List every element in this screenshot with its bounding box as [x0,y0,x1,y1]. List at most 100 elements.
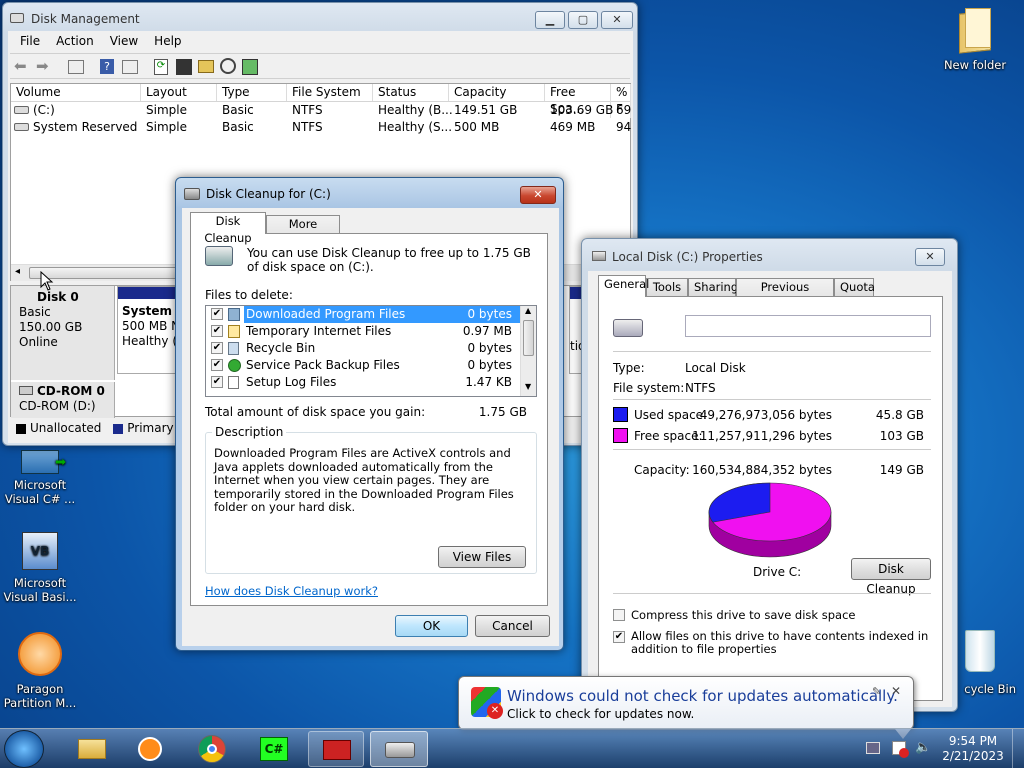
file-size: 0 bytes [467,358,512,372]
list-item[interactable]: ✔ Temporary Internet Files 0.97 MB [206,323,520,340]
menu-file[interactable]: File [12,31,48,51]
menu-view[interactable]: View [102,31,146,51]
maximize-button[interactable]: ▢ [568,11,598,29]
refresh-icon[interactable]: ⟳ [154,59,168,75]
help-link[interactable]: How does Disk Cleanup work? [205,584,378,598]
cdrom-label[interactable]: CD-ROM 0 CD-ROM (D:) [11,382,115,418]
scroll-left-icon[interactable]: ◂ [15,266,20,277]
cell-type: Basic [222,120,254,134]
list-item[interactable]: ✔ Downloaded Program Files 0 bytes [206,306,520,323]
tab-disk-cleanup[interactable]: Disk Cleanup [190,212,266,245]
table-row[interactable]: System Reserved Simple Basic NTFS Health… [11,119,631,136]
cell-status: Healthy (B... [378,103,453,117]
forward-arrow-icon[interactable]: ➡ [36,57,49,75]
files-list[interactable]: ✔ Downloaded Program Files 0 bytes ✔ Tem… [205,305,537,397]
properties-icon[interactable] [122,60,138,74]
open-folder-icon[interactable] [198,60,214,73]
file-size: 0 bytes [467,341,512,355]
taskbar-explorer[interactable] [64,731,120,767]
file-size: 0 bytes [467,307,512,321]
legend-unallocated-swatch [16,423,26,434]
checkbox[interactable]: ✔ [211,359,223,371]
checkbox[interactable]: ✔ [211,308,223,320]
visual-csharp-desktop-icon[interactable]: ➡ Microsoft Visual C# ... [0,450,80,506]
type-label: Type: [613,361,645,375]
files-to-delete-label: Files to delete: [205,288,293,302]
list-item[interactable]: ✔ Recycle Bin 0 bytes [206,340,520,357]
legend-primary-swatch [113,423,124,434]
col-capacity[interactable]: Capacity [449,84,545,101]
cancel-button[interactable]: Cancel [475,615,550,637]
disk-cleanup-title-icon [184,188,200,200]
scroll-down-icon[interactable]: ▼ [525,382,531,391]
tab-tools[interactable]: Tools [646,278,688,296]
menu-help[interactable]: Help [146,31,189,51]
close-button[interactable]: ✕ [601,11,633,29]
list-scrollbar[interactable]: ▲ ▼ [520,306,536,396]
balloon-close-icon[interactable]: ✕ [891,684,901,698]
volume-icon[interactable]: 🔈 [915,740,931,755]
file-name: Downloaded Program Files [246,307,406,321]
local-disk-title-icon [592,251,606,261]
minimize-button[interactable]: ▁ [535,11,565,29]
dialog-title: Local Disk (C:) Properties [612,250,763,264]
checkbox[interactable]: ✔ [211,342,223,354]
menu-action[interactable]: Action [48,31,102,51]
list-item[interactable]: ✔ Setup Log Files 1.47 KB [206,374,520,391]
paragon-desktop-icon[interactable]: Paragon Partition M... [0,632,80,710]
compress-checkbox[interactable] [613,609,625,621]
col-type[interactable]: Type [217,84,287,101]
search-icon[interactable] [220,58,236,74]
cell-capacity: 500 MB [454,120,500,134]
index-checkbox[interactable]: ✔ [613,631,625,643]
tab-general[interactable]: General [598,275,649,297]
close-button[interactable]: ✕ [520,186,556,204]
console-tree-icon[interactable] [68,60,84,74]
ok-button[interactable]: OK [395,615,468,637]
checkbox[interactable]: ✔ [211,325,223,337]
help-icon[interactable]: ? [100,59,114,74]
disk0-size: 150.00 GB [19,320,83,334]
list-item[interactable]: ✔ Service Pack Backup Files 0 bytes [206,357,520,374]
col-status[interactable]: Status [373,84,449,101]
taskbar-visual-csharp[interactable]: C# [246,731,302,767]
scroll-up-icon[interactable]: ▲ [525,306,531,315]
taskbar-chrome[interactable] [184,731,240,767]
visual-basic-desktop-icon[interactable]: VB Microsoft Visual Basi... [0,532,80,604]
drive-label-input[interactable] [685,315,931,337]
error-icon: ✕ [487,703,503,719]
tab-sharing[interactable]: Sharing [688,278,738,296]
taskbar-disk-cleanup[interactable] [370,731,428,767]
table-row[interactable]: (C:) Simple Basic NTFS Healthy (B... 149… [11,102,631,119]
tab-quota[interactable]: Quota [834,278,875,296]
options-icon[interactable]: ✎ [872,685,881,698]
col-volume[interactable]: Volume [11,84,141,101]
settings-icon[interactable] [242,59,258,75]
update-notification-balloon[interactable]: ✕ Windows could not check for updates au… [458,676,914,739]
close-button[interactable]: ✕ [915,248,945,266]
taskbar-media-player[interactable] [122,731,178,767]
col-layout[interactable]: Layout [141,84,217,101]
taskbar-toolbox[interactable] [308,731,364,767]
view-files-button[interactable]: View Files [438,546,526,568]
scroll-thumb[interactable] [523,320,534,356]
file-name: Temporary Internet Files [246,324,392,338]
compress-label[interactable]: Compress this drive to save disk space [631,608,855,622]
clock[interactable]: 9:54 PM 2/21/2023 [940,734,1006,764]
show-desktop-button[interactable] [1012,729,1024,768]
new-folder-desktop-icon[interactable]: New folder [935,6,1015,72]
back-arrow-icon[interactable]: ⬅ [14,57,27,75]
disk0-label[interactable]: Disk 0 Basic 150.00 GB Online [11,286,115,380]
recycle-bin-icon [965,630,995,672]
disk-cleanup-dialog: Disk Cleanup for (C:) ✕ Disk Cleanup Mor… [175,177,564,651]
index-label[interactable]: Allow files on this drive to have conten… [631,630,931,656]
checkbox[interactable]: ✔ [211,376,223,388]
disk-action-icon[interactable] [176,59,192,75]
visual-csharp-icon: ➡ [21,450,66,474]
disk-cleanup-button[interactable]: Disk Cleanup [851,558,931,596]
network-icon[interactable] [866,742,880,754]
capacity-label: Capacity: [634,463,690,477]
col-file-system[interactable]: File System [287,84,373,101]
system-reserved-partition[interactable]: System R 500 MB NT Healthy (S [117,286,181,374]
start-button[interactable] [4,730,44,768]
